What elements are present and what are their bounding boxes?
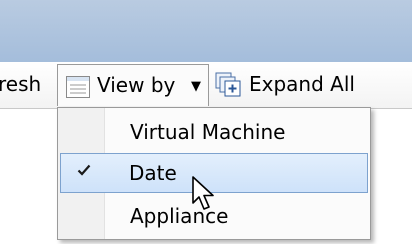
checkmark-icon: [77, 164, 91, 176]
dropdown-arrow-icon: ▼: [191, 79, 201, 94]
menu-item-label: Date: [129, 161, 177, 185]
toolbar: resh View by ▼ Expand All: [0, 62, 412, 109]
mouse-pointer-icon: [192, 176, 214, 210]
view-by-dropdown-button[interactable]: View by ▼: [57, 64, 209, 106]
view-by-label: View by: [97, 73, 176, 97]
window-header-strip: [0, 0, 412, 62]
menu-item-virtual-machine[interactable]: Virtual Machine: [60, 112, 368, 152]
menu-item-label: Virtual Machine: [130, 120, 286, 144]
view-by-menu: Virtual Machine Date Appliance: [57, 107, 371, 240]
expand-all-icon[interactable]: [215, 72, 243, 98]
view-list-icon: [66, 76, 90, 98]
refresh-button[interactable]: resh: [0, 70, 41, 98]
expand-all-button[interactable]: Expand All: [249, 70, 355, 98]
